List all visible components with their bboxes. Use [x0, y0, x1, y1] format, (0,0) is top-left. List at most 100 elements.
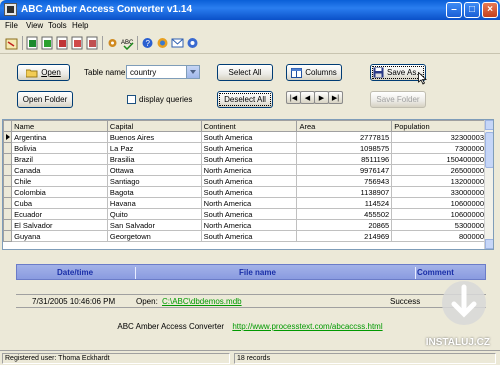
cell-population[interactable]: 13200000: [391, 175, 487, 187]
cell-capital[interactable]: La Paz: [106, 142, 202, 154]
cell-capital[interactable]: Georgetown: [106, 230, 202, 242]
menu-view[interactable]: View: [26, 21, 43, 30]
chevron-down-icon[interactable]: [186, 66, 199, 78]
cell-continent[interactable]: North America: [200, 219, 298, 231]
menu-tools[interactable]: Tools: [48, 21, 67, 30]
cell-capital[interactable]: Brasilia: [106, 153, 202, 165]
settings-icon[interactable]: [106, 36, 119, 50]
cell-area[interactable]: 1098575: [296, 142, 393, 154]
columns-button[interactable]: Columns: [286, 64, 342, 81]
table-row[interactable]: Chile Santiago South America 756943 13200000: [3, 175, 487, 187]
table-name-select[interactable]: country: [126, 65, 200, 79]
open-folder-button[interactable]: Open Folder: [17, 91, 73, 108]
row-indicator[interactable]: [3, 142, 13, 154]
cell-capital[interactable]: San Salvador: [106, 219, 202, 231]
row-indicator[interactable]: [3, 219, 13, 231]
cell-continent[interactable]: North America: [200, 197, 298, 209]
cell-continent[interactable]: North America: [200, 164, 298, 176]
cell-area[interactable]: 2777815: [296, 131, 393, 143]
cell-continent[interactable]: South America: [200, 230, 298, 242]
cell-name[interactable]: Ecuador: [11, 208, 108, 220]
word-icon[interactable]: [41, 36, 54, 50]
table-row[interactable]: Ecuador Quito South America 455502 10600000: [3, 208, 487, 220]
cell-continent[interactable]: South America: [200, 208, 298, 220]
column-header-continent[interactable]: Continent: [200, 120, 298, 132]
first-record-button[interactable]: |◀: [286, 91, 301, 104]
menu-help[interactable]: Help: [72, 21, 88, 30]
cell-area[interactable]: 214969: [296, 230, 393, 242]
row-indicator[interactable]: [3, 230, 13, 242]
excel-icon[interactable]: [26, 36, 39, 50]
row-indicator[interactable]: [3, 186, 13, 198]
table-row[interactable]: Brazil Brasilia South America 8511196 150400…: [3, 153, 487, 165]
row-indicator[interactable]: [3, 164, 13, 176]
minimize-button[interactable]: –: [446, 2, 462, 18]
cell-name[interactable]: Cuba: [11, 197, 108, 209]
footer-url-link[interactable]: http://www.processtext.com/abcaccss.html: [232, 322, 382, 331]
cell-name[interactable]: Colombia: [11, 186, 108, 198]
cell-name[interactable]: Argentina: [11, 131, 108, 143]
cell-continent[interactable]: South America: [200, 142, 298, 154]
row-indicator[interactable]: [3, 153, 13, 165]
cell-area[interactable]: 756943: [296, 175, 393, 187]
home-icon[interactable]: [156, 36, 169, 50]
column-header-capital[interactable]: Capital: [106, 120, 202, 132]
table-row[interactable]: Colombia Bagota South America 1138907 330000…: [3, 186, 487, 198]
cell-population[interactable]: 26500000: [391, 164, 487, 176]
cell-population[interactable]: 33000000: [391, 186, 487, 198]
cell-area[interactable]: 8511196: [296, 153, 393, 165]
mail-icon[interactable]: [171, 36, 184, 50]
close-button[interactable]: ×: [482, 2, 498, 18]
cell-name[interactable]: Canada: [11, 164, 108, 176]
cell-name[interactable]: Bolivia: [11, 142, 108, 154]
cell-continent[interactable]: South America: [200, 175, 298, 187]
xml-icon[interactable]: [86, 36, 99, 50]
cell-capital[interactable]: Bagota: [106, 186, 202, 198]
cell-area[interactable]: 455502: [296, 208, 393, 220]
next-record-button[interactable]: ▶: [314, 91, 329, 104]
table-row[interactable]: Guyana Georgetown South America 214969 80000…: [3, 230, 487, 242]
cell-capital[interactable]: Santiago: [106, 175, 202, 187]
open-icon[interactable]: [5, 36, 18, 50]
cell-area[interactable]: 9976147: [296, 164, 393, 176]
cell-population[interactable]: 32300003: [391, 131, 487, 143]
row-indicator[interactable]: [3, 208, 13, 220]
cell-continent[interactable]: South America: [200, 131, 298, 143]
about-icon[interactable]: [186, 36, 199, 50]
menu-file[interactable]: File: [5, 21, 18, 30]
display-queries-checkbox[interactable]: [127, 95, 136, 104]
cell-population[interactable]: 7300000: [391, 142, 487, 154]
html-icon[interactable]: [71, 36, 84, 50]
scroll-down-button[interactable]: [485, 239, 493, 249]
grid-vertical-scrollbar[interactable]: [484, 120, 493, 249]
cell-capital[interactable]: Ottawa: [106, 164, 202, 176]
spellcheck-icon[interactable]: ABC: [121, 36, 134, 50]
table-row[interactable]: Bolivia La Paz South America 1098575 7300000: [3, 142, 487, 154]
cell-population[interactable]: 800000: [391, 230, 487, 242]
table-row[interactable]: Canada Ottawa North America 9976147 26500000: [3, 164, 487, 176]
column-header-name[interactable]: Name: [11, 120, 108, 132]
cell-capital[interactable]: Quito: [106, 208, 202, 220]
cell-area[interactable]: 20865: [296, 219, 393, 231]
cell-population[interactable]: 150400000: [391, 153, 487, 165]
cell-population[interactable]: 10600000: [391, 208, 487, 220]
open-button[interactable]: Open: [17, 64, 70, 81]
column-header-area[interactable]: Area: [296, 120, 393, 132]
save-folder-button[interactable]: Save Folder: [370, 91, 426, 108]
row-indicator[interactable]: [3, 175, 13, 187]
data-grid[interactable]: Name Capital Continent Area Population A…: [2, 119, 494, 250]
cell-capital[interactable]: Havana: [106, 197, 202, 209]
cell-name[interactable]: Chile: [11, 175, 108, 187]
prev-record-button[interactable]: ◀: [300, 91, 315, 104]
cell-name[interactable]: Brazil: [11, 153, 108, 165]
table-row[interactable]: Argentina Buenos Aires South America 277781…: [3, 131, 487, 143]
cell-area[interactable]: 114524: [296, 197, 393, 209]
pdf-icon[interactable]: [56, 36, 69, 50]
maximize-button[interactable]: □: [464, 2, 480, 18]
row-indicator[interactable]: [3, 197, 13, 209]
last-record-button[interactable]: ▶|: [328, 91, 343, 104]
app-icon[interactable]: [4, 3, 17, 16]
scroll-thumb[interactable]: [485, 132, 493, 168]
cell-population[interactable]: 10600000: [391, 197, 487, 209]
cell-name[interactable]: Guyana: [11, 230, 108, 242]
